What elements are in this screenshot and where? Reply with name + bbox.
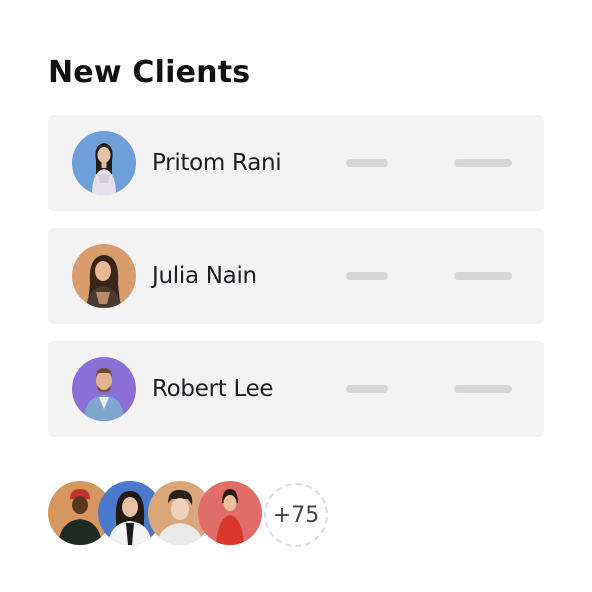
placeholder-bar [346, 385, 388, 393]
client-card-pritom-rani[interactable]: Pritom Rani [48, 115, 544, 211]
page-title: New Clients [48, 55, 251, 90]
more-clients-badge[interactable]: +75 [264, 483, 328, 547]
avatar [72, 131, 136, 195]
client-card-julia-nain[interactable]: Julia Nain [48, 228, 544, 324]
avatar [72, 357, 136, 421]
client-name: Robert Lee [152, 376, 274, 402]
placeholder-bar [346, 159, 388, 167]
client-card-robert-lee[interactable]: Robert Lee [48, 341, 544, 437]
client-name: Pritom Rani [152, 150, 282, 176]
avatar [72, 244, 136, 308]
placeholder-bar [454, 385, 512, 393]
placeholder-bar [346, 272, 388, 280]
placeholder-bar [454, 272, 512, 280]
avatar[interactable] [198, 481, 262, 545]
client-list: Pritom Rani Julia Nain Robert Lee [48, 115, 544, 454]
placeholder-bar [454, 159, 512, 167]
client-name: Julia Nain [152, 263, 257, 289]
